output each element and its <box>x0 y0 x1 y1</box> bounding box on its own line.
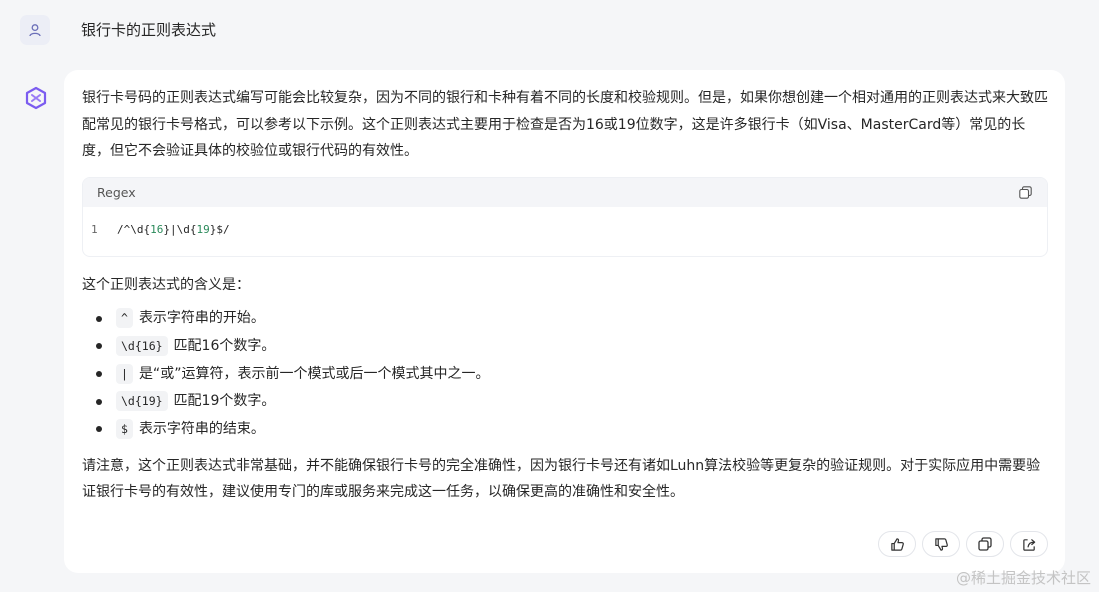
code-copy-button[interactable] <box>1017 184 1033 200</box>
message-actions <box>878 531 1048 557</box>
copy-answer-button[interactable] <box>966 531 1004 557</box>
inline-code: | <box>116 363 133 384</box>
inline-code: $ <box>116 419 133 440</box>
inline-code: ^ <box>116 308 133 329</box>
list-item: ^ 表示字符串的开始。 <box>82 305 1048 333</box>
share-button[interactable] <box>1010 531 1048 557</box>
dislike-button[interactable] <box>922 531 960 557</box>
user-avatar <box>20 15 50 45</box>
code-line: /^\d{16}|\d{19}$/ <box>117 223 230 236</box>
code-number: 19 <box>196 223 210 236</box>
watermark: @稀土掘金技术社区 <box>955 569 1091 587</box>
list-item: \d{16} 匹配16个数字。 <box>82 332 1048 360</box>
code-fragment: }|\d{ <box>163 223 197 236</box>
thumbs-up-icon <box>890 537 904 551</box>
list-item: | 是“或”运算符，表示前一个模式或后一个模式其中之一。 <box>82 360 1048 388</box>
list-item-text: 匹配19个数字。 <box>173 393 276 410</box>
code-language-label: Regex <box>97 184 136 200</box>
list-item-text: 匹配16个数字。 <box>173 338 276 355</box>
assistant-avatar <box>22 84 50 112</box>
list-item-text: 是“或”运算符，表示前一个模式或后一个模式其中之一。 <box>138 365 490 382</box>
list-item-text: 表示字符串的结束。 <box>138 421 265 438</box>
answer-intro: 银行卡号码的正则表达式编写可能会比较复杂，因为不同的银行和卡种有着不同的长度和校… <box>82 90 1048 159</box>
list-item-text: 表示字符串的开始。 <box>138 310 265 327</box>
answer-note: 请注意，这个正则表达式非常基础，并不能确保银行卡号的完全准确性，因为银行卡号还有… <box>82 457 1041 501</box>
inline-code: \d{16} <box>116 336 168 357</box>
copy-icon <box>978 537 992 551</box>
code-body: 1 /^\d{16}|\d{19}$/ <box>83 207 1047 256</box>
list-item: $ 表示字符串的结束。 <box>82 415 1048 443</box>
like-button[interactable] <box>878 531 916 557</box>
thumbs-down-icon <box>934 537 948 551</box>
copy-icon <box>1018 185 1032 199</box>
code-block-header: Regex <box>83 177 1047 207</box>
meaning-list: ^ 表示字符串的开始。 \d{16} 匹配16个数字。 | 是“或”运算符，表示前一个… <box>82 305 1048 443</box>
user-icon <box>29 24 41 37</box>
code-number: 16 <box>150 223 164 236</box>
code-fragment: }$/ <box>209 223 230 236</box>
meaning-heading: 这个正则表达式的含义是： <box>82 276 250 293</box>
list-item: \d{19} 匹配19个数字。 <box>82 388 1048 416</box>
assistant-logo-icon <box>25 86 47 110</box>
code-block: Regex 1 /^\d{16}|\d{19}$/ <box>82 176 1048 257</box>
code-line-number: 1 <box>91 223 98 236</box>
user-message: 银行卡的正则表达式 <box>81 21 217 39</box>
share-icon <box>1022 538 1035 551</box>
user-turn <box>20 15 50 45</box>
code-fragment: /^\d{ <box>117 223 151 236</box>
assistant-message-card: 银行卡号码的正则表达式编写可能会比较复杂，因为不同的银行和卡种有着不同的长度和校… <box>64 70 1065 573</box>
inline-code: \d{19} <box>116 391 168 412</box>
